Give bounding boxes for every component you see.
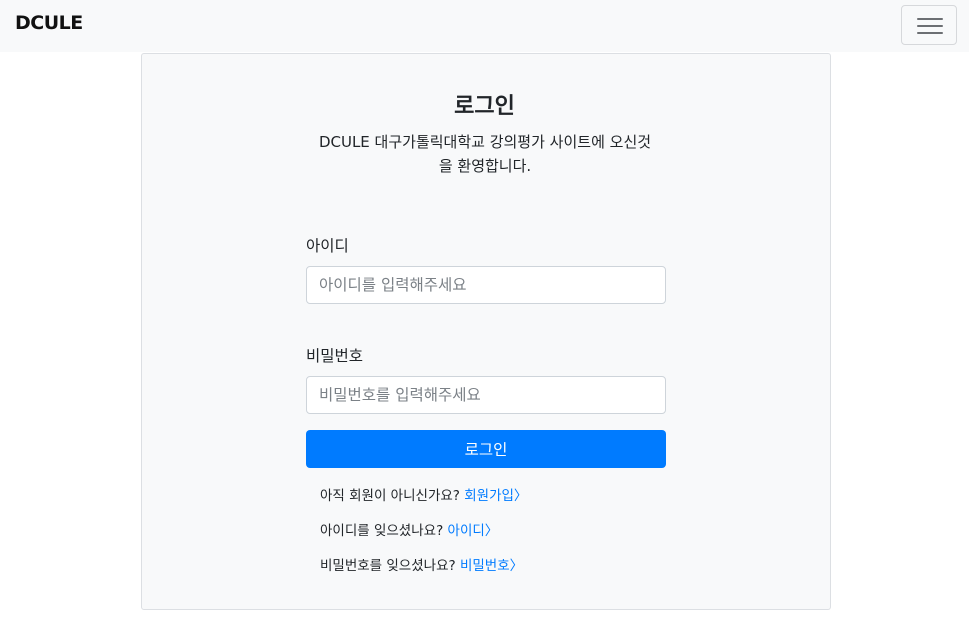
brand-logo[interactable]: DCULE bbox=[15, 12, 83, 34]
password-label: 비밀번호 bbox=[306, 347, 364, 365]
login-button[interactable]: 로그인 bbox=[306, 430, 666, 468]
find-password-prompt-text: 비밀번호를 잊으셨나요? bbox=[320, 558, 460, 574]
password-input[interactable] bbox=[306, 376, 666, 414]
signup-prompt-text: 아직 회원이 아니신가요? bbox=[320, 488, 465, 504]
find-password-link[interactable]: 비밀번호〉 bbox=[460, 558, 523, 574]
find-password-prompt: 비밀번호를 잊으셨나요? 비밀번호〉 bbox=[320, 554, 523, 574]
id-input[interactable] bbox=[306, 266, 666, 304]
find-id-prompt-text: 아이디를 잊으셨나요? bbox=[320, 523, 448, 539]
signup-prompt: 아직 회원이 아니신가요? 회원가입〉 bbox=[320, 484, 527, 504]
navbar-toggle-button[interactable] bbox=[901, 5, 957, 45]
hamburger-menu-icon bbox=[917, 18, 943, 20]
find-id-link[interactable]: 아이디〉 bbox=[448, 523, 499, 539]
find-id-prompt: 아이디를 잊으셨나요? 아이디〉 bbox=[320, 519, 498, 539]
id-label: 아이디 bbox=[306, 237, 349, 255]
hamburger-menu-icon-line bbox=[917, 32, 943, 34]
top-navbar: DCULE bbox=[0, 0, 969, 52]
welcome-message-line-1: DCULE 대구가톨릭대학교 강의평가 사이트에 오신것 bbox=[318, 133, 652, 151]
hamburger-menu-icon-line bbox=[917, 25, 943, 27]
signup-link[interactable]: 회원가입〉 bbox=[464, 488, 527, 504]
welcome-message: DCULE 대구가톨릭대학교 강의평가 사이트에 오신것 을 환영합니다. bbox=[300, 130, 670, 178]
page-title: 로그인 bbox=[454, 94, 515, 119]
welcome-message-line-2: 을 환영합니다. bbox=[438, 157, 532, 175]
